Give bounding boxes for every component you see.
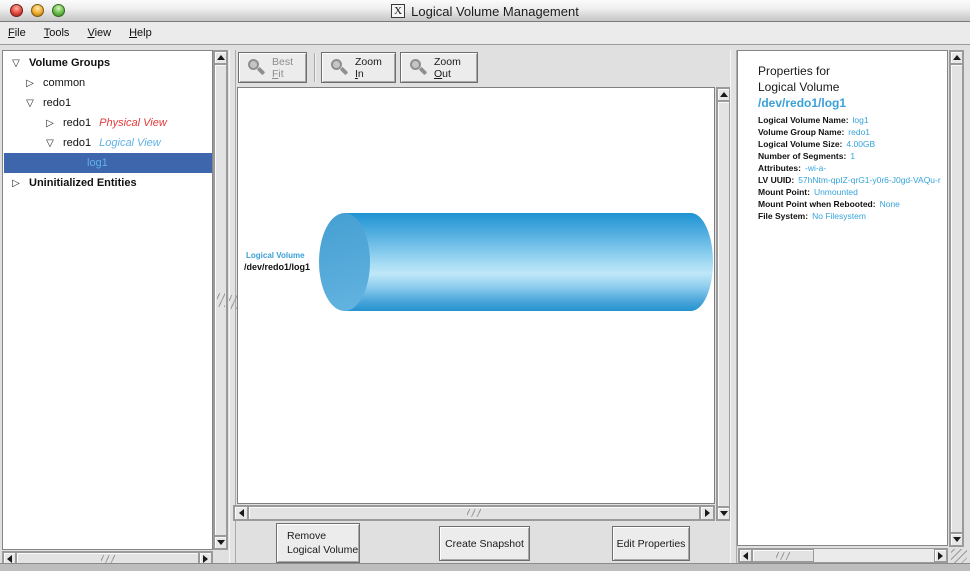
scrollbar-thumb[interactable] <box>950 64 963 533</box>
expander-closed-icon[interactable]: ▷ <box>44 118 56 129</box>
remove-logical-volume-label: RemoveLogical Volume <box>287 529 358 557</box>
scrollbar-thumb[interactable] <box>752 549 814 562</box>
remove-logical-volume-button[interactable]: RemoveLogical Volume <box>276 523 360 563</box>
menu-help[interactable]: Help <box>129 27 152 39</box>
pane-divider-left[interactable] <box>229 50 236 565</box>
expander-open-icon[interactable]: ▽ <box>44 138 56 149</box>
pane-divider-right[interactable] <box>730 50 737 565</box>
tree-item-uninitialized-entities[interactable]: ▷ Uninitialized Entities <box>4 173 213 193</box>
properties-heading-line2: Logical Volume <box>758 79 846 95</box>
prop-lv-uuid: LV UUID:57hNtm-qpIZ-qrG1-y0r6-J0gd-VAQu-… <box>758 175 948 187</box>
scrollbar-grip <box>467 509 481 517</box>
scrollbar-grip <box>776 552 790 560</box>
expander-open-icon[interactable]: ▽ <box>10 58 22 69</box>
toolbar-separator <box>314 53 316 82</box>
scroll-up-icon[interactable] <box>950 51 963 64</box>
scrollbar-grip <box>217 293 225 307</box>
scrollbar-thumb[interactable] <box>214 64 227 536</box>
scroll-right-icon[interactable] <box>700 506 714 520</box>
divider-grip <box>229 295 237 309</box>
tree-item-label: Uninitialized Entities <box>29 177 137 189</box>
menubar: File Tools View Help <box>0 22 970 45</box>
tree-item-log1-selected[interactable]: log1 <box>4 153 213 173</box>
lvm-window: X Logical Volume Management File Tools V… <box>0 0 970 571</box>
tree-item-label: Volume Groups <box>29 57 110 69</box>
zoom-in-button[interactable]: Zoom In <box>321 52 396 83</box>
prop-segments: Number of Segments:1 <box>758 151 948 163</box>
prop-lv-name: Logical Volume Name:log1 <box>758 115 948 127</box>
properties-horizontal-scrollbar[interactable] <box>738 548 948 563</box>
magnifier-icon <box>410 59 427 76</box>
tree-item-redo1-logical-view[interactable]: ▽ redo1 Logical View <box>4 133 213 153</box>
window-title: Logical Volume Management <box>411 4 579 19</box>
tree-item-redo1[interactable]: ▽ redo1 <box>4 93 213 113</box>
properties-vertical-scrollbar[interactable] <box>949 50 964 547</box>
edit-properties-label: Edit Properties <box>617 537 686 551</box>
menu-view[interactable]: View <box>87 27 111 39</box>
menu-tools[interactable]: Tools <box>44 27 70 39</box>
edit-properties-button[interactable]: Edit Properties <box>612 526 690 561</box>
scrollbar-thumb[interactable] <box>717 101 730 507</box>
canvas-vertical-scrollbar[interactable] <box>716 87 731 521</box>
volume-type-label: Logical Volume <box>246 251 305 260</box>
create-snapshot-label: Create Snapshot <box>445 537 524 551</box>
scroll-up-icon[interactable] <box>214 51 227 64</box>
scroll-left-icon[interactable] <box>739 549 752 562</box>
create-snapshot-button[interactable]: Create Snapshot <box>439 526 530 561</box>
magnifier-icon <box>331 59 348 76</box>
tree-item-redo1-physical-view[interactable]: ▷ redo1 Physical View <box>4 113 213 133</box>
best-fit-button[interactable]: Best Fit <box>238 52 307 83</box>
logical-volume-cylinder-cap[interactable] <box>319 213 370 311</box>
best-fit-label: Best Fit <box>272 56 297 80</box>
properties-heading-line1: Properties for <box>758 63 846 79</box>
zoom-in-label: Zoom In <box>355 56 386 80</box>
tree-item-label: common <box>43 77 85 89</box>
expander-open-icon[interactable]: ▽ <box>24 98 36 109</box>
volume-tree-panel: ▽ Volume Groups ▷ common ▽ redo1 ▷ redo1… <box>2 50 213 550</box>
zoom-out-button[interactable]: Zoom Out <box>400 52 478 83</box>
window-bottom-edge <box>0 563 970 571</box>
tree-item-common[interactable]: ▷ common <box>4 73 213 93</box>
prop-attributes: Attributes:-wi-a- <box>758 163 948 175</box>
titlebar[interactable]: X Logical Volume Management <box>0 0 970 22</box>
canvas-horizontal-scrollbar[interactable] <box>233 505 715 521</box>
title-area: X Logical Volume Management <box>0 0 970 22</box>
prop-vg-name: Volume Group Name:redo1 <box>758 127 948 139</box>
scroll-down-icon[interactable] <box>717 507 730 520</box>
properties-heading: Properties for Logical Volume /dev/redo1… <box>758 63 846 111</box>
window-resize-grip[interactable] <box>951 549 967 564</box>
prop-mount-point: Mount Point:Unmounted <box>758 187 948 199</box>
tree-item-volume-groups[interactable]: ▽ Volume Groups <box>4 53 213 73</box>
tree-vertical-scrollbar[interactable] <box>213 50 228 550</box>
scroll-left-icon[interactable] <box>234 506 248 520</box>
scroll-right-icon[interactable] <box>934 549 947 562</box>
scroll-up-icon[interactable] <box>717 88 730 101</box>
magnifier-icon <box>248 59 265 76</box>
logical-volume-cylinder[interactable] <box>344 213 713 311</box>
scrollbar-thumb[interactable] <box>248 506 700 520</box>
tree-item-label: redo1 <box>63 137 91 149</box>
properties-volume-path: /dev/redo1/log1 <box>758 95 846 111</box>
tree-item-label: redo1 <box>43 97 71 109</box>
prop-file-system: File System:No Filesystem <box>758 211 948 223</box>
tree-item-label: redo1 <box>63 117 91 129</box>
zoom-out-label: Zoom Out <box>434 56 468 80</box>
tree-item-view-type: Logical View <box>99 137 161 149</box>
scrollbar-grip <box>101 555 115 563</box>
prop-mount-point-rebooted: Mount Point when Rebooted:None <box>758 199 948 211</box>
tree-item-label: log1 <box>87 157 108 169</box>
x11-app-icon: X <box>391 4 405 18</box>
scroll-down-icon[interactable] <box>214 536 227 549</box>
expander-closed-icon[interactable]: ▷ <box>24 78 36 89</box>
menu-file[interactable]: File <box>8 27 26 39</box>
expander-closed-icon[interactable]: ▷ <box>10 178 22 189</box>
properties-panel: Properties for Logical Volume /dev/redo1… <box>737 50 948 546</box>
volume-path-label: /dev/redo1/log1 <box>244 262 310 272</box>
prop-lv-size: Logical Volume Size:4.00GB <box>758 139 948 151</box>
tree-item-view-type: Physical View <box>99 117 167 129</box>
volume-canvas[interactable]: Logical Volume /dev/redo1/log1 <box>237 87 715 504</box>
scroll-down-icon[interactable] <box>950 533 963 546</box>
